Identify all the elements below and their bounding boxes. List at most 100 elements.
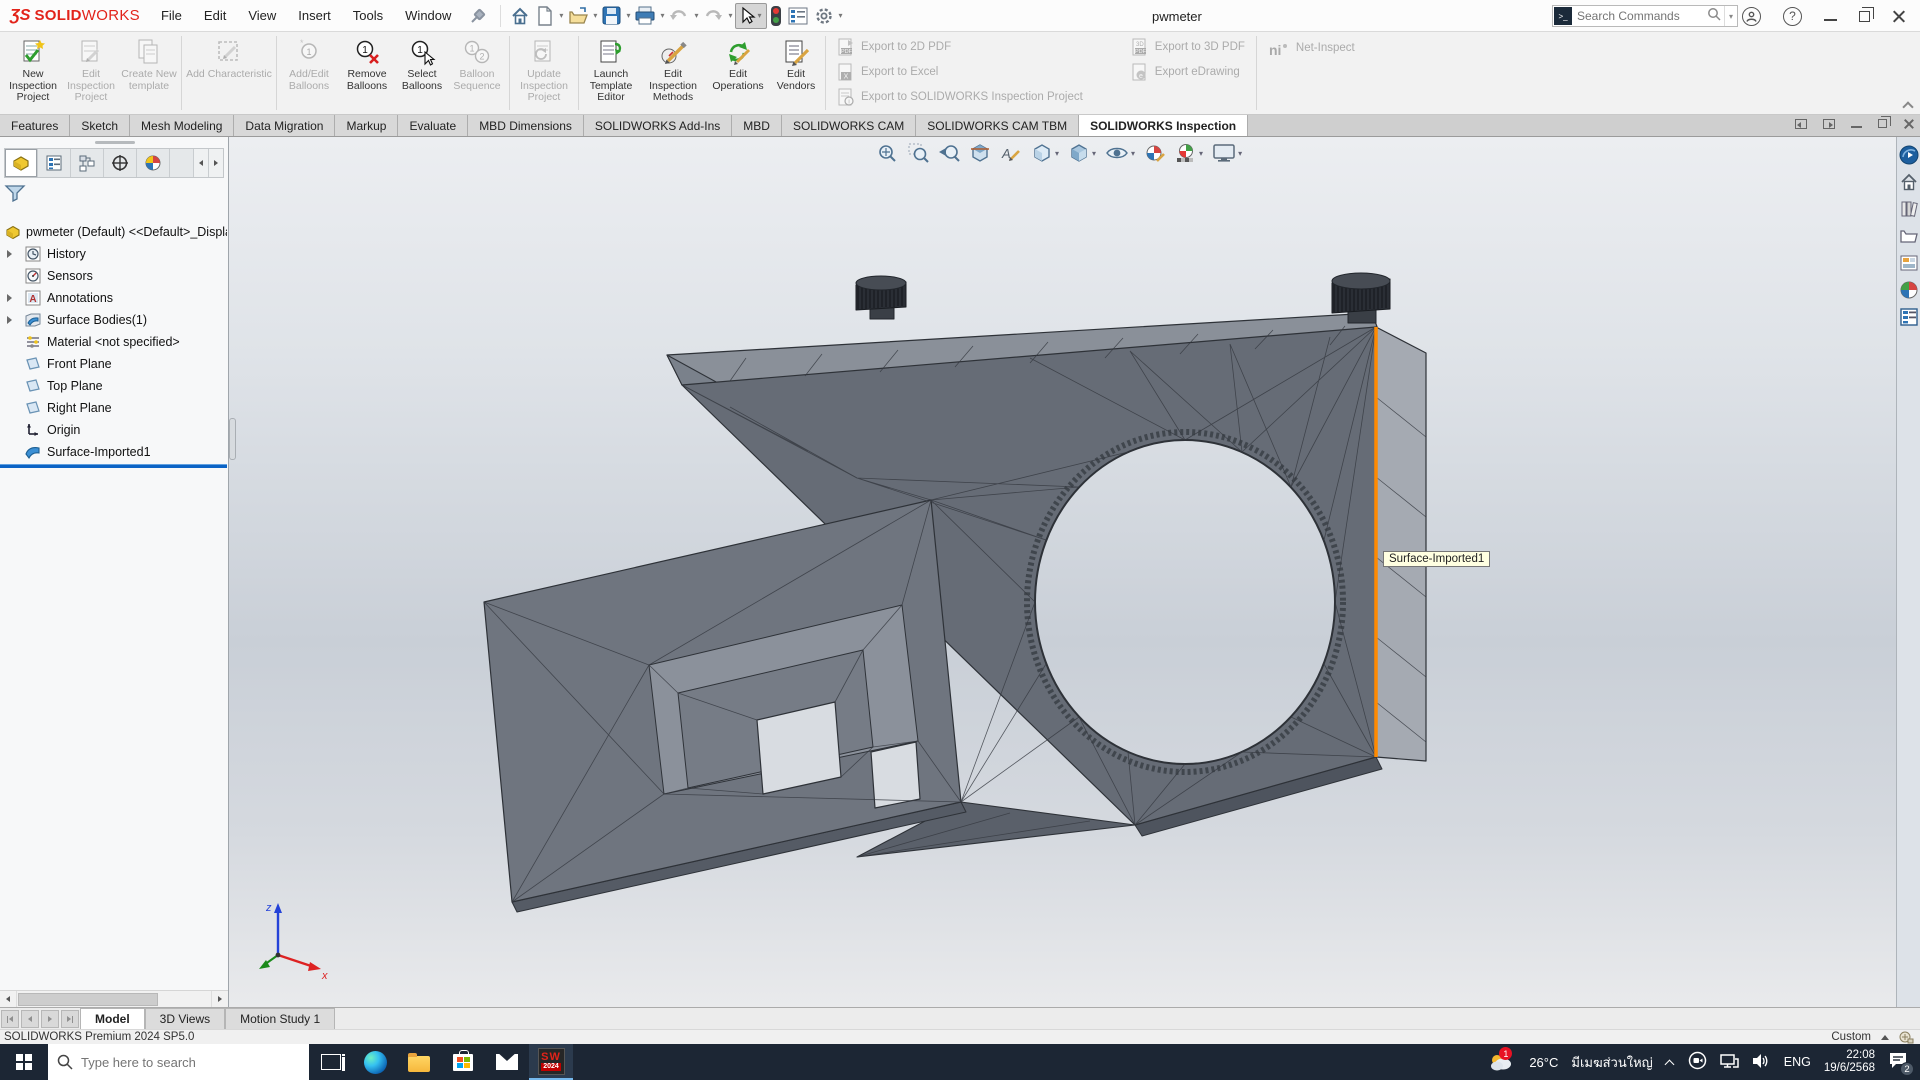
- tab-mbd-dimensions[interactable]: MBD Dimensions: [468, 115, 584, 136]
- home-icon[interactable]: [507, 3, 533, 29]
- panel-splitter-grip[interactable]: [229, 418, 236, 460]
- apply-scene-icon[interactable]: ▾: [1175, 142, 1203, 164]
- edit-inspection-methods-button[interactable]: Edit Inspection Methods: [640, 32, 706, 114]
- settings-dropdown[interactable]: ▾: [837, 11, 845, 20]
- appearances-icon[interactable]: [1899, 280, 1919, 300]
- temperature[interactable]: 26°C: [1529, 1055, 1558, 1070]
- tree-item-material[interactable]: Material <not specified>: [0, 331, 227, 353]
- meet-now-icon[interactable]: [1688, 1051, 1707, 1073]
- settings-gear-icon[interactable]: [811, 3, 837, 29]
- scroll-right-button[interactable]: [211, 991, 228, 1007]
- expand-arrow-icon[interactable]: [7, 316, 15, 324]
- volume-icon[interactable]: [1752, 1053, 1771, 1072]
- help-icon[interactable]: ?: [1783, 7, 1802, 26]
- doc-restore-icon[interactable]: [1878, 119, 1887, 128]
- open-dropdown[interactable]: ▾: [591, 11, 599, 20]
- weather-icon[interactable]: 1: [1486, 1044, 1516, 1080]
- open-icon[interactable]: [565, 3, 591, 29]
- rollback-bar[interactable]: [0, 464, 227, 468]
- doc-close-icon[interactable]: [1903, 118, 1914, 129]
- new-inspection-project-button[interactable]: New Inspection Project: [4, 32, 62, 114]
- close-button[interactable]: [1892, 9, 1906, 23]
- tab-markup[interactable]: Markup: [335, 115, 398, 136]
- save-dropdown[interactable]: ▾: [624, 11, 632, 20]
- tab-solidworks-inspection[interactable]: SOLIDWORKS Inspection: [1079, 115, 1248, 136]
- rebuild-traffic-light-icon[interactable]: [767, 3, 785, 29]
- file-explorer-taskbar-icon[interactable]: [397, 1044, 441, 1080]
- select-balloons-button[interactable]: 1 Select Balloons: [396, 32, 448, 114]
- start-button[interactable]: [0, 1044, 48, 1080]
- pane-right-icon[interactable]: [1823, 119, 1835, 129]
- zoom-fit-icon[interactable]: [876, 142, 898, 164]
- weather-description[interactable]: มีเมฆส่วนใหญ่: [1571, 1052, 1652, 1073]
- tab-property-manager[interactable]: [38, 149, 71, 177]
- options-list-icon[interactable]: [785, 3, 811, 29]
- print-icon[interactable]: [632, 3, 658, 29]
- new-document-icon[interactable]: [533, 3, 557, 29]
- custom-properties-icon[interactable]: [1899, 307, 1919, 327]
- select-dropdown[interactable]: ▾: [756, 11, 764, 20]
- remove-balloons-button[interactable]: 1 Remove Balloons: [338, 32, 396, 114]
- tab-evaluate[interactable]: Evaluate: [398, 115, 468, 136]
- tree-item-history[interactable]: History: [0, 243, 227, 265]
- print-dropdown[interactable]: ▾: [658, 11, 666, 20]
- restore-button[interactable]: [1859, 11, 1870, 22]
- previous-view-icon[interactable]: [938, 142, 960, 164]
- panel-tabs-scroll-left[interactable]: [193, 149, 208, 177]
- tree-root-pwmeter[interactable]: pwmeter (Default) <<Default>_Displa: [0, 221, 227, 243]
- panel-horizontal-scrollbar[interactable]: [0, 990, 228, 1007]
- mail-icon[interactable]: [485, 1044, 529, 1080]
- tree-item-sensors[interactable]: Sensors: [0, 265, 227, 287]
- expand-arrow-icon[interactable]: [7, 250, 15, 258]
- tab-display-manager[interactable]: [137, 149, 170, 177]
- tree-item-right-plane[interactable]: Right Plane: [0, 397, 227, 419]
- tab-model[interactable]: Model: [80, 1008, 145, 1029]
- tree-filter[interactable]: [4, 181, 26, 205]
- section-view-icon[interactable]: [969, 142, 991, 164]
- search-dropdown[interactable]: ▾: [1724, 6, 1737, 26]
- panel-grip[interactable]: [95, 141, 135, 144]
- dropdown-caret[interactable]: ▾: [1055, 149, 1059, 158]
- tab-mbd[interactable]: MBD: [732, 115, 782, 136]
- display-style-icon[interactable]: ▾: [1068, 142, 1096, 164]
- home-tab-icon[interactable]: [1899, 172, 1919, 192]
- design-library-icon[interactable]: [1899, 199, 1919, 219]
- tab-feature-manager[interactable]: [5, 149, 38, 177]
- tab-solidworks-add-ins[interactable]: SOLIDWORKS Add-Ins: [584, 115, 732, 136]
- tree-item-origin[interactable]: Origin: [0, 419, 227, 441]
- view-palette-icon[interactable]: [1899, 253, 1919, 273]
- panel-tabs-scroll-right[interactable]: [208, 149, 223, 177]
- pin-menu-icon[interactable]: [468, 6, 488, 26]
- collapse-ribbon-icon[interactable]: [1903, 100, 1912, 109]
- tree-item-surface-imported1[interactable]: Surface-Imported1: [0, 441, 227, 463]
- zoom-area-icon[interactable]: [907, 142, 929, 164]
- dropdown-caret[interactable]: ▾: [1092, 149, 1096, 158]
- task-view-button[interactable]: [309, 1044, 353, 1080]
- doc-minimize-icon[interactable]: [1851, 126, 1862, 128]
- menu-tools[interactable]: Tools: [342, 0, 394, 32]
- search-commands-input[interactable]: [1573, 9, 1704, 23]
- edit-vendors-button[interactable]: Edit Vendors: [770, 32, 822, 114]
- scroll-left-button[interactable]: [0, 991, 17, 1007]
- edge-browser-icon[interactable]: [353, 1044, 397, 1080]
- pane-left-icon[interactable]: [1795, 119, 1807, 129]
- tab-mesh-modeling[interactable]: Mesh Modeling: [130, 115, 234, 136]
- dropdown-caret[interactable]: ▾: [1238, 149, 1242, 158]
- tab-3d-views[interactable]: 3D Views: [145, 1008, 225, 1029]
- tab-features[interactable]: Features: [0, 115, 70, 136]
- graphics-viewport[interactable]: A ▾ ▾ ▾ ▾ ▾ Surface-Imported1 z x: [0, 137, 1896, 1007]
- network-icon[interactable]: [1720, 1053, 1739, 1072]
- tab-dimxpert-manager[interactable]: [104, 149, 137, 177]
- user-account-icon[interactable]: [1742, 7, 1761, 26]
- tab-configuration-manager[interactable]: [71, 149, 104, 177]
- dropdown-caret[interactable]: ▾: [1131, 149, 1135, 158]
- save-icon[interactable]: [599, 3, 624, 29]
- edit-operations-button[interactable]: Edit Operations: [706, 32, 770, 114]
- unit-system-caret[interactable]: [1881, 1035, 1889, 1040]
- show-hidden-icons-chevron[interactable]: [1666, 1058, 1675, 1067]
- view-settings-icon[interactable]: ▾: [1212, 142, 1242, 164]
- unit-system[interactable]: Custom: [1831, 1031, 1871, 1043]
- edit-appearance-icon[interactable]: [1144, 142, 1166, 164]
- solidworks-taskbar-icon[interactable]: SW2024: [529, 1044, 573, 1080]
- file-explorer-icon[interactable]: [1899, 226, 1919, 246]
